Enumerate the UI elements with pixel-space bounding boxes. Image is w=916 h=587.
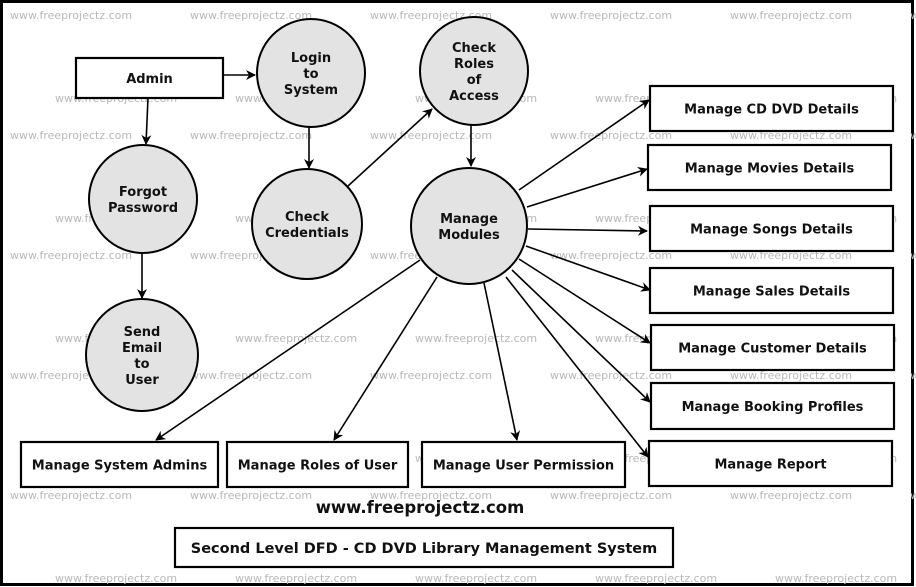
process-label: Check bbox=[452, 41, 496, 56]
website-caption: www.freeprojectz.com bbox=[316, 498, 525, 517]
watermark-text: www.freeprojectz.com bbox=[550, 9, 672, 22]
process-label: User bbox=[125, 373, 159, 388]
process-label: Modules bbox=[438, 228, 500, 243]
entity-label: Manage Booking Profiles bbox=[682, 400, 864, 415]
watermark-text: www.freeprojectz.com bbox=[235, 572, 357, 585]
flow-arrow-manage-modules-to-songs bbox=[527, 225, 648, 236]
watermark-text: www.freeprojectz.com bbox=[55, 572, 177, 585]
entity-label: Manage Songs Details bbox=[690, 223, 853, 238]
watermark-text: www.freeprojectz.com bbox=[910, 129, 916, 142]
entity-label: Manage Movies Details bbox=[685, 162, 855, 177]
watermark-text: www.freeprojectz.com bbox=[595, 572, 717, 585]
process-label: of bbox=[467, 73, 482, 88]
watermark-text: www.freeprojectz.com bbox=[775, 572, 897, 585]
process-manage-modules: ManageModules bbox=[410, 167, 528, 285]
entity-user-perm: Manage User Permission bbox=[420, 440, 627, 489]
entity-customer: Manage Customer Details bbox=[649, 323, 896, 372]
dfd-diagram: www.freeprojectz.com www.freeprojectz.com… bbox=[0, 0, 916, 586]
entity-movies: Manage Movies Details bbox=[646, 143, 893, 192]
flow-arrow-manage-modules-to-movies bbox=[526, 166, 648, 208]
watermark-text: www.freeprojectz.com bbox=[370, 129, 492, 142]
entity-label: Manage System Admins bbox=[32, 459, 208, 474]
watermark-text: www.freeprojectz.com bbox=[415, 332, 537, 345]
watermark-text: www.freeprojectz.com bbox=[235, 332, 357, 345]
process-label: Email bbox=[122, 341, 162, 356]
entity-label: Manage Customer Details bbox=[678, 342, 867, 357]
process-forgot: ForgotPassword bbox=[88, 144, 198, 254]
watermark-text: www.freeprojectz.com bbox=[370, 369, 492, 382]
entity-label: Manage Report bbox=[714, 458, 826, 473]
flow-arrow-manage-modules-to-report bbox=[505, 276, 649, 458]
entity-label: Manage User Permission bbox=[433, 459, 614, 474]
process-label: Password bbox=[108, 201, 178, 216]
entity-sys-admins: Manage System Admins bbox=[19, 440, 220, 489]
entity-label: Manage CD DVD Details bbox=[684, 103, 859, 118]
watermark-text: www.freeprojectz.com bbox=[910, 489, 916, 502]
entity-songs: Manage Songs Details bbox=[648, 204, 895, 253]
process-label: Access bbox=[449, 89, 499, 104]
process-label: Check bbox=[285, 210, 329, 225]
flow-arrow-manage-modules-to-customer bbox=[518, 258, 651, 344]
flow-arrow-manage-modules-to-user-perm bbox=[483, 282, 521, 441]
entity-admin: Admin bbox=[74, 56, 225, 100]
process-login: LogintoSystem bbox=[256, 18, 366, 128]
entity-label: Manage Sales Details bbox=[693, 285, 851, 300]
watermark-text: www.freeprojectz.com bbox=[730, 9, 852, 22]
process-label: Manage bbox=[440, 212, 498, 227]
process-label: Login bbox=[291, 51, 331, 66]
entity-sales: Manage Sales Details bbox=[648, 266, 895, 315]
entity-booking: Manage Booking Profiles bbox=[649, 381, 896, 431]
watermark-text: www.freeprojectz.com bbox=[190, 9, 312, 22]
flow-arrow-manage-modules-to-roles-user bbox=[333, 276, 438, 441]
watermark-text: www.freeprojectz.com bbox=[415, 572, 537, 585]
watermark-text: www.freeprojectz.com bbox=[910, 9, 916, 22]
node-layer: LogintoSystemCheckRolesofAccessForgotPas… bbox=[19, 16, 896, 489]
process-label: Forgot bbox=[119, 185, 167, 200]
flow-arrow-manage-modules-to-cd-dvd bbox=[518, 99, 650, 191]
process-send-email: SendEmailtoUser bbox=[85, 298, 199, 412]
process-check-cred: CheckCredentials bbox=[251, 168, 363, 280]
flow-arrow-check-cred-to-check-roles bbox=[347, 108, 433, 187]
process-label: to bbox=[134, 357, 149, 372]
watermark-text: www.freeprojectz.com bbox=[10, 489, 132, 502]
process-label: Credentials bbox=[265, 226, 349, 241]
entity-label: Manage Roles of User bbox=[238, 459, 398, 474]
process-check-roles: CheckRolesofAccess bbox=[419, 16, 529, 126]
process-label: Send bbox=[124, 325, 161, 340]
process-label: Roles bbox=[454, 57, 494, 72]
watermark-text: www.freeprojectz.com bbox=[910, 369, 916, 382]
watermark-text: www.freeprojectz.com bbox=[190, 489, 312, 502]
process-label: to bbox=[303, 67, 318, 82]
entity-cd-dvd: Manage CD DVD Details bbox=[648, 84, 895, 133]
watermark-text: www.freeprojectz.com bbox=[10, 129, 132, 142]
watermark-text: www.freeprojectz.com bbox=[910, 249, 916, 262]
watermark-text: www.freeprojectz.com bbox=[730, 489, 852, 502]
entity-roles-user: Manage Roles of User bbox=[225, 440, 410, 489]
watermark-text: www.freeprojectz.com bbox=[550, 489, 672, 502]
entity-report: Manage Report bbox=[647, 439, 894, 488]
watermark-text: www.freeprojectz.com bbox=[10, 9, 132, 22]
watermark-text: www.freeprojectz.com bbox=[10, 249, 132, 262]
diagram-title: Second Level DFD - CD DVD Library Manage… bbox=[191, 541, 657, 557]
watermark-text: www.freeprojectz.com bbox=[190, 129, 312, 142]
entity-label: Admin bbox=[126, 72, 173, 87]
process-label: System bbox=[284, 83, 338, 98]
